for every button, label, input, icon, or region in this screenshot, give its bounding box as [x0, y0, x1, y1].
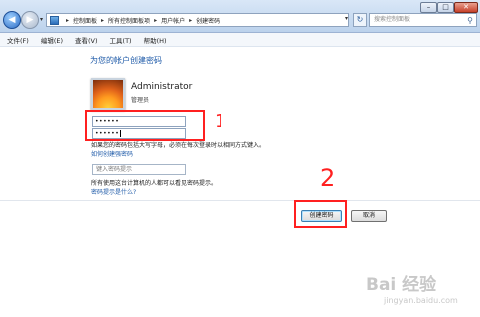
annotation-step-1-label: 1	[215, 111, 221, 131]
maximize-icon: □	[442, 3, 449, 11]
strong-password-link[interactable]: 如何创建强密码	[91, 149, 133, 158]
minimize-button[interactable]: –	[420, 2, 437, 13]
menu-bar: 文件(F) 编辑(E) 查看(V) 工具(T) 帮助(H)	[0, 33, 480, 47]
content-divider	[0, 200, 480, 201]
cancel-button[interactable]: 取消	[351, 210, 387, 222]
forward-arrow-icon: ▶	[26, 15, 34, 25]
breadcrumb-all-items[interactable]: 所有控制面板项	[108, 16, 150, 25]
back-button[interactable]: ◀	[3, 11, 21, 29]
what-is-hint-link[interactable]: 密码提示是什么?	[91, 187, 136, 196]
watermark-brand: Bai 经验	[366, 275, 437, 295]
breadcrumb-separator-icon[interactable]: ▸	[66, 17, 69, 24]
menu-edit[interactable]: 编辑(E)	[36, 35, 68, 45]
breadcrumb-separator-icon[interactable]: ▸	[154, 17, 157, 24]
close-button[interactable]: ✕	[454, 2, 478, 13]
hint-placeholder: 键入密码提示	[96, 166, 133, 173]
refresh-button[interactable]: ↻	[353, 13, 367, 27]
search-placeholder: 搜索控制面板	[374, 16, 411, 23]
annotation-step-2-label: 2	[320, 166, 335, 188]
recent-pages-dropdown-icon[interactable]: ▾	[40, 16, 43, 23]
address-bar[interactable]: ▸ 控制面板 ▸ 所有控制面板项 ▸ 用户帐户 ▸ 创建密码	[46, 13, 349, 27]
annotation-step-1: 1	[215, 111, 221, 131]
search-icon[interactable]: ⚲	[467, 15, 473, 27]
search-input[interactable]: 搜索控制面板 ⚲	[369, 13, 477, 27]
minimize-icon: –	[426, 3, 431, 11]
breadcrumb-create-password[interactable]: 创建密码	[196, 16, 220, 25]
menu-help[interactable]: 帮助(H)	[139, 35, 172, 45]
breadcrumb-separator-icon[interactable]: ▸	[101, 17, 104, 24]
hint-visibility-note: 所有使用这台计算机的人都可以看见密码提示。	[91, 180, 218, 187]
avatar	[91, 78, 125, 110]
annotation-highlight-password	[85, 110, 205, 141]
menu-tools[interactable]: 工具(T)	[105, 35, 137, 45]
menu-file[interactable]: 文件(F)	[2, 35, 34, 45]
annotation-step-2: 2	[320, 166, 335, 188]
user-name: Administrator	[131, 82, 193, 92]
address-dropdown-icon[interactable]: ▾	[345, 15, 348, 22]
breadcrumb-separator-icon[interactable]: ▸	[189, 17, 192, 24]
maximize-button[interactable]: □	[437, 2, 454, 13]
breadcrumb-control-panel[interactable]: 控制面板	[73, 16, 97, 25]
uppercase-note: 如果您的密码包括大写字母，必须在每次登录时以相同方式键入。	[91, 142, 266, 149]
forward-button[interactable]: ▶	[21, 11, 39, 29]
watermark-logo: Bai 经验 jingyan.baidu.com	[348, 266, 476, 312]
back-arrow-icon: ◀	[8, 15, 16, 25]
page-title: 为您的帐户创建密码	[90, 56, 162, 65]
control-panel-icon	[50, 15, 59, 25]
watermark-url: jingyan.baidu.com	[384, 296, 458, 305]
menu-view[interactable]: 查看(V)	[70, 35, 103, 45]
password-hint-input[interactable]: 键入密码提示	[92, 164, 186, 175]
user-role: 管理员	[131, 97, 150, 104]
close-icon: ✕	[463, 3, 469, 11]
title-bar: ◀ ▶ ▾ ▸ 控制面板 ▸ 所有控制面板项 ▸ 用户帐户 ▸ 创建密码 ▾ ↻…	[0, 0, 480, 33]
breadcrumb-user-accounts[interactable]: 用户帐户	[161, 16, 185, 25]
refresh-icon: ↻	[356, 15, 364, 24]
create-password-button[interactable]: 创建密码	[301, 210, 342, 222]
